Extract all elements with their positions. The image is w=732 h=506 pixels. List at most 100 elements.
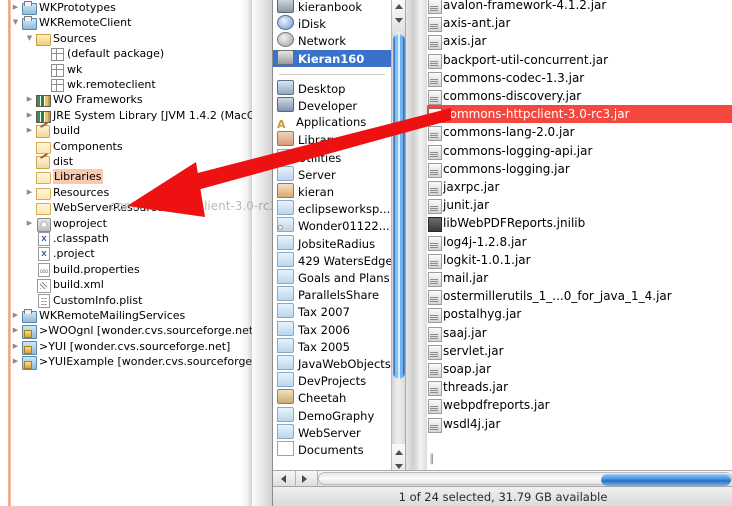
sidebar-item-desktop[interactable]: Desktop <box>273 79 391 97</box>
file-list-row[interactable]: postalhyg.jar <box>427 305 732 324</box>
file-list-row[interactable]: mail.jar <box>427 269 732 287</box>
file-list-row[interactable]: commons-lang-2.0.jar <box>427 123 732 142</box>
sidebar-item-kieranbook[interactable]: kieranbook <box>273 0 391 15</box>
tree-row[interactable]: JRE System Library [JVM 1.4.2 (MacOS <box>11 108 252 123</box>
chevron-right-icon[interactable] <box>11 0 20 15</box>
tree-row[interactable]: >YUIExample [wonder.cvs.sourceforge.r <box>11 354 252 371</box>
chevron-right-icon[interactable] <box>25 185 34 200</box>
tree-row[interactable]: Sources <box>11 31 252 46</box>
tree-row[interactable]: WO Frameworks <box>11 92 252 108</box>
file-list-row[interactable]: soap.jar <box>427 360 732 378</box>
chevron-right-icon[interactable] <box>11 323 20 338</box>
sidebar-item-parallelsshare[interactable]: ParallelsShare <box>273 286 391 303</box>
file-list-row[interactable]: avalon-framework-4.1.2.jar <box>427 0 732 14</box>
tree-row[interactable]: build.properties <box>11 262 252 277</box>
scrollbar-thumb[interactable] <box>393 34 405 379</box>
tree-row[interactable]: woproject <box>11 216 252 232</box>
sidebar-item-jobsiteradius[interactable]: JobsiteRadius <box>273 234 391 252</box>
tree-row[interactable]: build.xml <box>11 277 252 294</box>
sidebar-item-webserver[interactable]: WebServer <box>273 423 391 441</box>
file-list-row[interactable]: ostermillerutils_1_...0_for_java_1_4.jar <box>427 287 732 306</box>
finder-file-list[interactable]: avalon-framework-4.1.2.jar axis-ant.jar ax… <box>427 0 732 480</box>
tree-row[interactable]: (default package) <box>11 46 252 62</box>
tree-row[interactable]: WKRemoteClient <box>11 15 252 31</box>
sidebar-item-tax-2006[interactable]: Tax 2006 <box>273 320 391 338</box>
chevron-down-icon[interactable] <box>25 31 34 46</box>
chevron-down-icon[interactable] <box>11 15 20 30</box>
chevron-right-icon[interactable] <box>25 123 34 138</box>
tree-row[interactable]: WKPrototypes <box>11 0 252 15</box>
tree-row[interactable]: CustomInfo.plist <box>11 293 252 308</box>
hscroll-thumb[interactable] <box>601 473 731 486</box>
file-list-row[interactable]: servlet.jar <box>427 342 732 360</box>
file-list-row[interactable]: commons-httpclient-3.0-rc3.jar <box>427 105 732 124</box>
scroll-up-icon-bottom[interactable] <box>395 450 403 455</box>
file-list-row[interactable]: logkit-1.0.1.jar <box>427 251 732 269</box>
tree-row[interactable]: Components <box>11 139 252 154</box>
tree-row[interactable]: build <box>11 123 252 139</box>
file-list-row[interactable]: wsdl4j.jar <box>427 415 732 433</box>
file-list-row[interactable]: webpdfreports.jar <box>427 396 732 415</box>
sidebar-item-server[interactable]: Server <box>273 165 391 183</box>
sidebar-item-eclipseworksp[interactable]: eclipseworksp... <box>273 200 391 217</box>
file-list-row[interactable]: saaj.jar <box>427 324 732 342</box>
chevron-right-icon[interactable] <box>25 92 34 107</box>
sidebar-item-network[interactable]: Network <box>273 32 391 49</box>
file-list-row[interactable]: commons-logging.jar <box>427 160 732 178</box>
tree-row[interactable]: dist <box>11 154 252 169</box>
sidebar-item-devprojects[interactable]: DevProjects <box>273 372 391 389</box>
sidebar-item-demography[interactable]: DemoGraphy <box>273 406 391 424</box>
sidebar-item-javawebobjects[interactable]: JavaWebObjects <box>273 355 391 372</box>
file-list-row[interactable]: log4j-1.2.8.jar <box>427 233 732 251</box>
tree-row[interactable]: Resources <box>11 185 252 200</box>
chevron-right-icon[interactable] <box>11 308 20 323</box>
sidebar-item-cheetah[interactable]: Cheetah <box>273 389 391 406</box>
eclipse-package-explorer[interactable]: WKPrototypes WKRemoteClientSources (defaul… <box>0 0 252 506</box>
tree-row[interactable]: >YUI [wonder.cvs.sourceforge.net] <box>11 339 252 355</box>
file-list-row[interactable]: commons-codec-1.3.jar <box>427 69 732 87</box>
chevron-right-icon[interactable] <box>11 354 20 369</box>
sidebar-item-wonder01122[interactable]: Wonder01122... <box>273 217 391 234</box>
tree-row[interactable]: .classpath <box>11 231 252 246</box>
file-list-row[interactable]: commons-logging-api.jar <box>427 142 732 160</box>
finder-window[interactable]: kieranbook iDisk Network Kieran160 Desktop De… <box>272 0 732 506</box>
sidebar-item-tax-2005[interactable]: Tax 2005 <box>273 337 391 355</box>
file-list-row[interactable]: libWebPDFReports.jnilib <box>427 214 732 233</box>
file-list-row[interactable]: jaxrpc.jar <box>427 178 732 196</box>
tree-row[interactable]: wk <box>11 62 252 77</box>
chevron-right-icon[interactable] <box>11 339 20 354</box>
tree-row[interactable]: Libraries <box>11 169 252 185</box>
sidebar-item-tax-2007[interactable]: Tax 2007 <box>273 303 391 320</box>
horizontal-scrollbar[interactable] <box>273 470 732 487</box>
tree-row[interactable]: WKRemoteMailingServices <box>11 308 252 323</box>
hscroll-left-button[interactable] <box>273 471 296 486</box>
sidebar-item-utilities[interactable]: Utilities <box>273 148 391 166</box>
tree-row[interactable]: .project <box>11 246 252 262</box>
hscroll-track[interactable] <box>318 472 732 486</box>
sidebar-item-kieran[interactable]: kieran <box>273 183 391 200</box>
file-list-row[interactable]: threads.jar <box>427 378 732 397</box>
file-list-row[interactable]: axis.jar <box>427 32 732 51</box>
chevron-right-icon[interactable] <box>25 216 34 231</box>
file-list-row[interactable]: axis-ant.jar <box>427 14 732 33</box>
scroll-down-icon[interactable] <box>395 18 403 23</box>
scroll-down-icon-bottom[interactable] <box>395 464 403 469</box>
file-list-row[interactable]: commons-discovery.jar <box>427 87 732 105</box>
sidebar-item-library[interactable]: Library <box>273 131 391 148</box>
column-divider[interactable] <box>405 0 428 480</box>
resize-grip-icon[interactable]: ║ <box>429 455 435 465</box>
scroll-up-icon[interactable] <box>395 4 403 9</box>
tree-row[interactable]: wk.remoteclient <box>11 77 252 92</box>
sidebar-item-developer[interactable]: Developer <box>273 97 391 114</box>
tree-row[interactable]: >WOOgnl [wonder.cvs.sourceforge.net] <box>11 323 252 340</box>
finder-sidebar[interactable]: kieranbook iDisk Network Kieran160 Desktop De… <box>273 0 391 480</box>
sidebar-item-documents[interactable]: Documents <box>273 441 391 458</box>
sidebar-item-kieran160[interactable]: Kieran160 <box>273 49 391 67</box>
file-list-row[interactable]: junit.jar <box>427 196 732 215</box>
file-list-row[interactable]: backport-util-concurrent.jar <box>427 51 732 69</box>
sidebar-item-applications[interactable]: Applications <box>273 114 391 131</box>
sidebar-item-goals-and-plans[interactable]: Goals and Plans <box>273 269 391 286</box>
sidebar-item-idisk[interactable]: iDisk <box>273 15 391 32</box>
chevron-right-icon[interactable] <box>25 108 34 123</box>
hscroll-right-button[interactable] <box>295 471 318 486</box>
